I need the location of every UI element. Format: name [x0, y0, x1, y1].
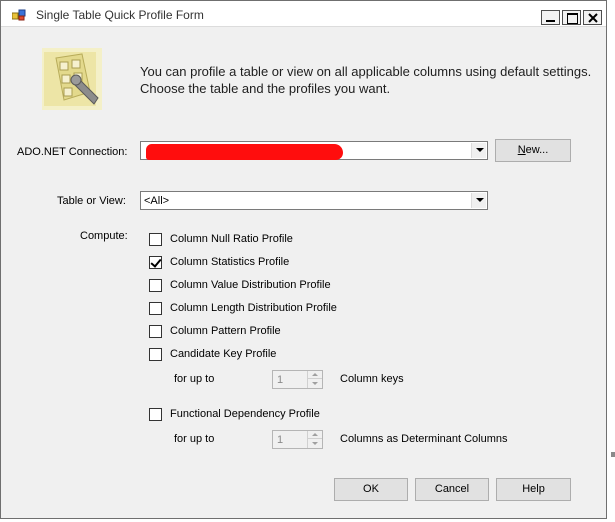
redaction-mark [146, 144, 343, 160]
window-title: Single Table Quick Profile Form [36, 8, 204, 22]
candidate-key-for-up-to-label: for up to [174, 373, 215, 385]
ok-button[interactable]: OK [334, 478, 408, 501]
chevron-down-icon[interactable] [308, 439, 322, 447]
compute-label: Compute: [80, 230, 128, 242]
close-icon[interactable] [583, 10, 602, 25]
minimize-icon[interactable] [541, 10, 560, 25]
profile-option-value-distribution[interactable]: Column Value Distribution Profile [149, 278, 331, 292]
profile-option-length-distribution[interactable]: Column Length Distribution Profile [149, 301, 337, 315]
stepper-arrows [307, 431, 322, 448]
chevron-down-icon[interactable] [471, 193, 486, 208]
checkbox[interactable] [149, 278, 162, 292]
cancel-button[interactable]: Cancel [415, 478, 489, 501]
candidate-key-suffix: Column keys [340, 373, 404, 385]
table-view-value: <All> [144, 195, 170, 207]
checkbox-label: Candidate Key Profile [170, 348, 277, 360]
background-mark [611, 452, 615, 457]
checkbox[interactable] [149, 407, 162, 421]
checkbox[interactable] [149, 347, 162, 361]
profile-option-candidate-key[interactable]: Candidate Key Profile [149, 347, 276, 361]
profile-form-app-icon [11, 9, 26, 21]
stepper-arrows [307, 371, 322, 388]
checkbox-label: Column Null Ratio Profile [170, 233, 293, 245]
checkbox[interactable] [149, 232, 162, 246]
checkbox[interactable] [149, 255, 162, 269]
background-edge [608, 0, 615, 522]
intro-text: You can profile a table or view on all a… [140, 64, 592, 96]
fd-suffix: Columns as Determinant Columns [340, 433, 508, 445]
table-view-combo[interactable]: <All> [140, 191, 488, 210]
stepper-value: 1 [277, 434, 284, 446]
dialog-window: Single Table Quick Profile Form You can … [0, 0, 607, 519]
table-view-label: Table or View: [57, 195, 126, 207]
new-connection-button[interactable]: New... [495, 139, 571, 162]
profile-option-functional-dependency[interactable]: Functional Dependency Profile [149, 407, 320, 421]
fd-determinant-stepper[interactable]: 1 [272, 430, 323, 449]
fd-for-up-to-label: for up to [174, 433, 215, 445]
profile-option-null-ratio[interactable]: Column Null Ratio Profile [149, 232, 293, 246]
help-button[interactable]: Help [496, 478, 571, 501]
checkbox-label: Column Pattern Profile [170, 325, 281, 337]
candidate-key-stepper[interactable]: 1 [272, 370, 323, 389]
title-bar[interactable]: Single Table Quick Profile Form [1, 1, 606, 27]
checkbox-label: Functional Dependency Profile [170, 408, 320, 420]
ado-connection-label: ADO.NET Connection: [17, 146, 128, 158]
stepper-value: 1 [277, 374, 284, 386]
profile-option-statistics[interactable]: Column Statistics Profile [149, 255, 289, 269]
chevron-down-icon[interactable] [471, 143, 486, 158]
chevron-down-icon[interactable] [308, 379, 322, 387]
ado-connection-combo[interactable] [140, 141, 488, 160]
profile-option-pattern[interactable]: Column Pattern Profile [149, 324, 281, 338]
checkbox-label: Column Statistics Profile [170, 256, 290, 268]
checkbox-label: Column Value Distribution Profile [170, 279, 331, 291]
checkbox[interactable] [149, 301, 162, 315]
checkbox-label: Column Length Distribution Profile [170, 302, 337, 314]
checkbox[interactable] [149, 324, 162, 338]
chevron-up-icon[interactable] [308, 371, 322, 379]
caption-buttons [541, 10, 604, 25]
chevron-up-icon[interactable] [308, 431, 322, 439]
profile-wizard-image [42, 48, 102, 110]
maximize-icon[interactable] [562, 10, 581, 25]
